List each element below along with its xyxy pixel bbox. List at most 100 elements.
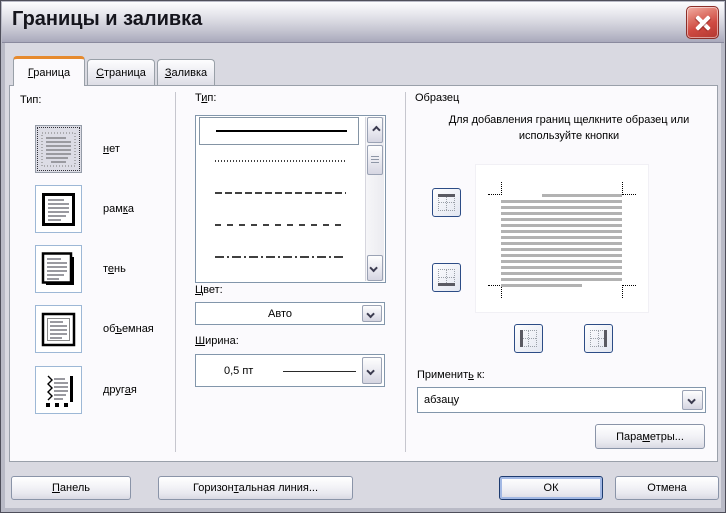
tab-stranitsa[interactable]: Страница [87,59,155,85]
border-preview[interactable] [476,165,648,312]
line-style-group-label: Тип: [195,92,217,104]
sample-text-line [501,236,622,239]
sample-text-line [501,218,622,221]
dialog-body: Граница Страница Заливка Тип: нет рамка … [5,43,721,508]
border-custom-icon [46,375,73,407]
setting-group-label: Тип: [20,94,42,106]
line-style-scrollbar[interactable] [365,117,384,281]
top-border-button[interactable] [432,188,461,217]
cancel-button[interactable]: Отмена [615,476,719,500]
sample-text-line [501,224,622,227]
line-style-option-dotted[interactable] [196,145,365,177]
close-button[interactable] [686,6,719,39]
border-none-icon [41,132,76,166]
tab-zalivka[interactable]: Заливка [157,59,215,85]
window-title: Границы и заливка [12,8,203,30]
separator [405,92,406,452]
color-label: Цвет: [195,284,223,296]
bottom-border-icon [438,269,455,286]
right-border-button[interactable] [584,324,613,353]
sample-text-line [501,284,582,287]
grip-icon [371,156,379,164]
titlebar: Границы и заливка [2,2,724,43]
ok-button[interactable]: ОК [499,476,603,500]
scroll-down-button[interactable] [367,255,383,281]
options-button[interactable]: Параметры... [595,424,705,449]
type-option-box-label[interactable]: рамка [103,203,134,215]
border-3d-icon [41,312,76,346]
type-option-shadow-label[interactable]: тень [103,263,126,275]
line-style-option-dash-dot[interactable] [196,241,365,273]
type-option-none[interactable]: нет [35,125,185,173]
toolbar-button-label: Панель [51,482,90,494]
type-option-custom-button[interactable] [35,366,82,414]
line-style-option-dash-spaced[interactable] [196,209,365,241]
type-option-custom-label[interactable]: другая [103,384,137,396]
color-combobox[interactable]: Авто [195,302,385,325]
sample-text-line [501,242,622,245]
sample-text-line [501,254,622,257]
sample-text-line [542,194,622,197]
chevron-down-icon [366,309,375,318]
type-option-shadow[interactable]: тень [35,245,185,293]
scrollbar-track[interactable] [366,175,384,255]
corner-mark-icon [622,182,636,195]
type-option-none-label[interactable]: нет [103,143,120,155]
toolbar-button[interactable]: Панель [11,476,131,500]
tab-label: Страница [96,66,146,79]
sample-text-line [501,248,622,251]
width-combobox[interactable]: 0,5 пт [195,354,385,387]
sample-paragraph-lines [501,194,622,290]
sample-text-line [501,230,622,233]
right-border-icon [590,330,607,347]
chevron-up-icon [372,125,381,135]
line-style-listbox[interactable] [195,115,386,283]
apply-to-value: абзацу [424,394,460,406]
type-option-box[interactable]: рамка [35,185,185,233]
sample-text-line [501,278,622,281]
type-option-box-button[interactable] [35,185,82,233]
sample-text-line [501,200,622,203]
apply-to-dropdown-button[interactable] [682,390,703,410]
width-line-preview [283,370,356,372]
sample-text-line [501,266,622,269]
border-tab-page: Тип: нет рамка тень объемная другая Тип:… [9,85,718,462]
width-dropdown-button[interactable] [362,357,382,384]
tab-granitsa[interactable]: Граница [13,56,85,86]
horizontal-line-button-label: Горизонтальная линия... [192,482,319,494]
tab-label: Граница [27,66,71,79]
scrollbar-thumb[interactable] [367,145,383,175]
color-dropdown-button[interactable] [362,305,382,322]
type-option-custom[interactable]: другая [35,366,185,414]
tab-label: Заливка [164,66,208,79]
chevron-down-icon [366,366,375,375]
corner-mark-icon [622,285,636,298]
sample-text-line [501,260,622,263]
apply-to-combobox[interactable]: абзацу [417,387,706,413]
type-option-none-button[interactable] [35,125,82,173]
apply-to-label: Применить к: [417,369,485,381]
type-option-3d[interactable]: объемная [35,305,185,353]
chevron-down-icon [686,395,696,405]
color-value: Авто [268,307,292,320]
horizontal-line-button[interactable]: Горизонтальная линия... [158,476,353,500]
type-option-3d-label[interactable]: объемная [103,323,154,335]
top-border-icon [438,194,455,211]
border-shadow-icon [41,251,74,285]
corner-mark-icon [488,285,502,298]
line-style-option-solid[interactable] [199,117,359,145]
borders-and-shading-dialog: Границы и заливка Граница Страница Залив… [0,0,726,513]
sample-text-line [501,272,622,275]
chevron-down-icon [369,263,378,273]
type-option-3d-button[interactable] [35,305,82,353]
left-border-icon [520,330,537,347]
sample-text-line [501,206,622,209]
border-box-icon [42,192,75,226]
scroll-up-button[interactable] [367,117,383,143]
sample-group-label: Образец [415,92,460,104]
left-border-button[interactable] [514,324,543,353]
width-label: Ширина: [195,335,239,347]
line-style-option-dashed[interactable] [196,177,365,209]
bottom-border-button[interactable] [432,263,461,292]
type-option-shadow-button[interactable] [35,245,82,293]
